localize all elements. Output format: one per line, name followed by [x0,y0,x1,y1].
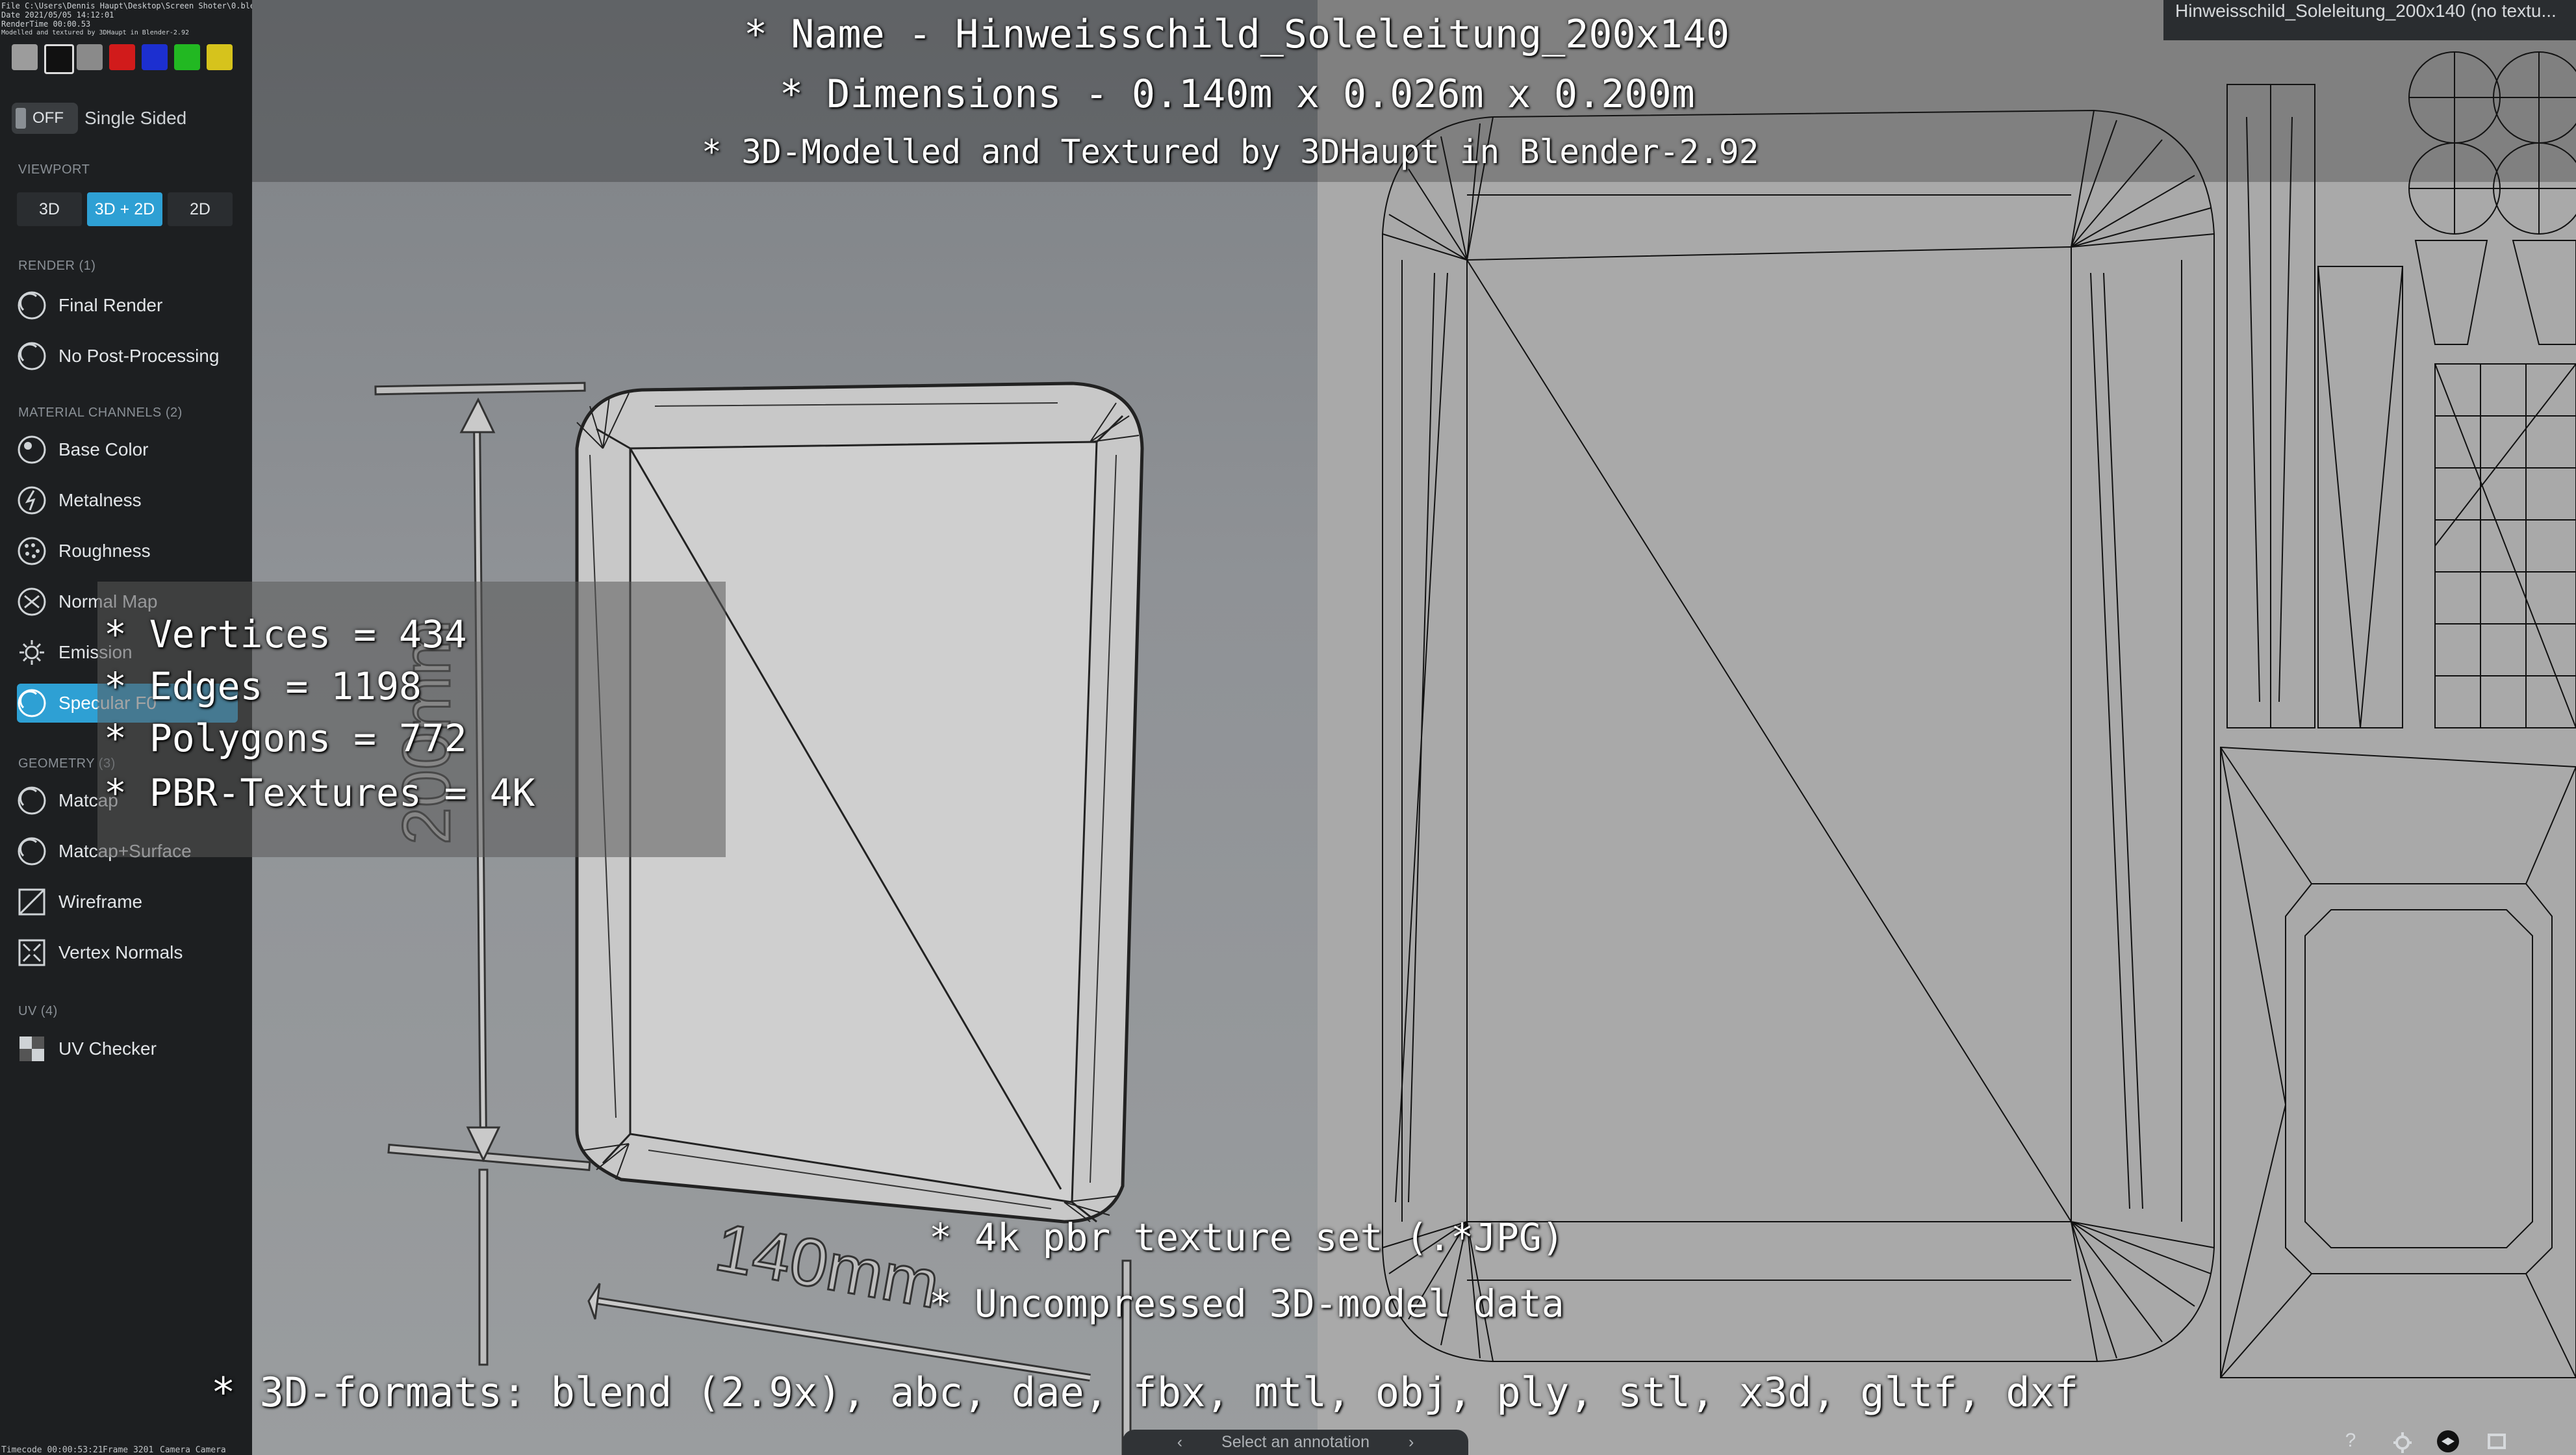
wireframe-item[interactable]: Wireframe [17,882,238,921]
final-render-item[interactable]: Final Render [17,286,238,325]
background-swatch[interactable] [207,44,233,70]
toggle-state: OFF [32,109,64,127]
render-time-text: RenderTime 00:00.53 [1,19,91,29]
viewport-3d-2d-button[interactable]: 3D + 2D [87,192,162,226]
texture-set-text: * 4k pbr texture set (.*JPG) [929,1215,1564,1259]
matcap-icon [18,786,46,815]
item-label: Vertex Normals [58,942,183,962]
chevron-left-icon[interactable]: ‹ [1177,1433,1182,1452]
credit-tiny-text: Modelled and textured by 3DHaupt in Blen… [1,29,189,36]
metalness-icon [18,486,46,515]
background-swatch[interactable] [77,44,103,70]
annotation-selector[interactable]: ‹ Select an annotation › [1123,1430,1468,1455]
camera-text: Camera Camera [160,1445,226,1455]
sphere-icon [18,291,46,320]
item-label: Base Color [58,439,149,459]
normal-map-icon [18,587,46,616]
chevron-right-icon[interactable]: › [1409,1433,1414,1452]
background-swatch[interactable] [44,44,74,74]
file-path-text: File C:\Users\Dennis Haupt\Desktop\Scree… [1,1,264,10]
wireframe-icon [18,888,45,916]
timecode-text: Timecode 00:00:53:21 [1,1445,103,1455]
background-swatch[interactable] [109,44,135,70]
model-name-text: * Name - Hinweisschild_Soleleitung_200x1… [744,12,1730,57]
fullscreen-icon[interactable] [2485,1430,2508,1453]
settings-icon[interactable] [2391,1430,2414,1453]
formats-text: * 3D-formats: blend (2.9x), abc, dae, fb… [211,1369,2079,1416]
single-sided-toggle[interactable]: OFF [12,103,78,134]
uv-checker-item[interactable]: UV Checker [17,1029,238,1068]
textures-stat: * PBR-Textures = 4K [104,771,535,815]
background-swatch[interactable] [174,44,200,70]
edges-stat: * Edges = 1198 [104,664,422,708]
vertex-normals-icon [18,939,45,966]
date-text: Date 2021/05/05 14:12:01 [1,10,114,19]
item-label: No Post-Processing [58,346,220,366]
item-label: Roughness [58,541,151,561]
annotation-select-text: Select an annotation [1221,1433,1370,1451]
file-name-label: Hinweisschild_Soleleitung_200x140 (no te… [2163,0,2576,40]
item-label: Final Render [58,295,163,315]
viewport-section-title: VIEWPORT [18,162,90,177]
sphere-icon [18,342,46,370]
model-dimensions-text: * Dimensions - 0.140m x 0.026m x 0.200m [780,71,1695,117]
toggle-knob [16,108,26,129]
matcap-surface-icon [18,837,46,866]
viewport-3d-button[interactable]: 3D [17,192,82,226]
item-label: UV Checker [58,1038,157,1059]
vertices-stat: * Vertices = 434 [104,612,467,656]
layers-icon[interactable] [2436,1430,2460,1453]
item-label: Metalness [58,490,142,510]
single-sided-label: Single Sided [84,108,187,128]
model-credit-text: * 3D-Modelled and Textured by 3DHaupt in… [702,133,1759,172]
background-swatch[interactable] [142,44,168,70]
uncompressed-text: * Uncompressed 3D-model data [929,1281,1564,1326]
item-label: Wireframe [58,892,143,912]
specular-icon [18,689,46,717]
emission-icon [19,640,44,665]
frame-text: Frame 3201 [103,1445,154,1455]
render-section-title: RENDER (1) [18,259,96,273]
vertex-normals-item[interactable]: Vertex Normals [17,933,238,972]
help-icon[interactable]: ? [2339,1430,2362,1453]
uv-checker-icon [19,1037,44,1061]
polygons-stat: * Polygons = 772 [104,716,467,760]
uv-section-title: UV (4) [18,1004,58,1018]
no-post-processing-item[interactable]: No Post-Processing [17,337,238,376]
material-section-title: MATERIAL CHANNELS (2) [18,406,183,420]
viewport-2d-button[interactable]: 2D [168,192,233,226]
background-swatch[interactable] [12,44,38,70]
roughness-icon [18,537,46,565]
base-color-icon [18,435,46,464]
roughness-item[interactable]: Roughness [17,532,238,571]
metalness-item[interactable]: Metalness [17,481,238,520]
base-color-item[interactable]: Base Color [17,430,238,469]
